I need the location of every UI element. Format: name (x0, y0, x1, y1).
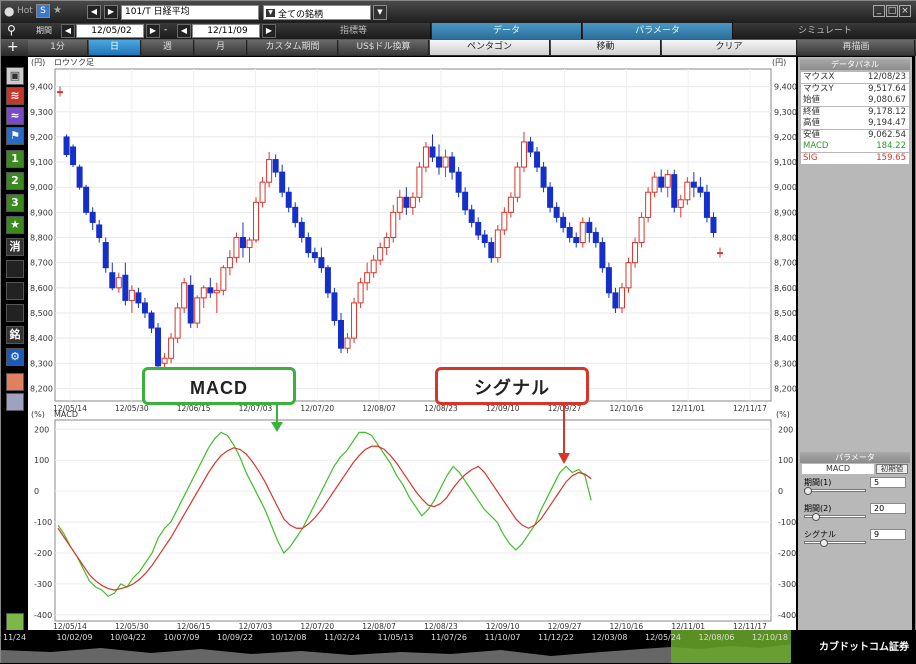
overview-date-label: 10/04/22 (110, 633, 146, 642)
param-slider-knob[interactable] (804, 487, 812, 495)
data-panel-row: 安値 9,062.54 (801, 129, 909, 141)
data-panel-key: MACD (803, 141, 829, 151)
data-panel-value: 9,080.67 (868, 95, 906, 105)
overview-date-label: 10/02/09 (56, 633, 93, 642)
data-panel-value: 9,517.64 (868, 83, 906, 94)
param-slider-knob[interactable] (820, 539, 828, 547)
overview-date-label: 12/05/24 (645, 633, 681, 642)
param-slider[interactable] (804, 541, 866, 544)
overview-date-label: 10/07/09 (163, 633, 200, 642)
data-panel-row: SIG 159.65 (801, 152, 909, 164)
data-panel: データパネル マウスX 12/08/23 マウスY 9,517.64 始値 9,080.6… (798, 57, 912, 630)
overview-date-label: 11/07/26 (431, 633, 467, 642)
overview-date-label: 11/24 (3, 633, 27, 642)
data-panel-row: MACD 184.22 (801, 141, 909, 152)
data-panel-value: 9,062.54 (868, 129, 906, 140)
param-slider[interactable] (804, 489, 866, 492)
data-panel-key: マウスX (803, 72, 835, 82)
param-value-input[interactable]: 9 (870, 529, 906, 540)
overview-date-label: 11/05/13 (377, 633, 414, 642)
macd-arrow-head (271, 422, 283, 432)
data-panel-value: 12/08/23 (867, 72, 906, 82)
data-panel-row: 始値 9,080.67 (801, 95, 909, 106)
param-label: シグナル (804, 530, 836, 539)
param-label: 期間(2) (804, 504, 832, 513)
overview-date-label: 11/02/24 (324, 633, 360, 642)
signal-arrow-head (558, 453, 570, 464)
data-panel-value: 9,178.12 (868, 106, 906, 117)
app-window: ● Hot S ★ ◀ ▶ 101/T 日経平均 ▼ 全ての銘柄 ▼ _ □ ×… (0, 0, 916, 663)
data-panel-key: 終値 (803, 106, 821, 117)
param-panel-title: パラメータ (800, 452, 910, 463)
data-panel-key: 高値 (803, 118, 821, 128)
data-panel-value: 159.65 (876, 152, 906, 163)
data-panel-row: 終値 9,178.12 (801, 106, 909, 118)
data-panel-value: 184.22 (876, 141, 906, 151)
data-panel-value: 9,194.47 (868, 118, 906, 128)
overview-date-label: 11/10/07 (484, 633, 521, 642)
data-panel-key: 安値 (803, 129, 821, 140)
data-panel-row: 高値 9,194.47 (801, 118, 909, 129)
callout-arrows (271, 405, 570, 464)
overview-date-label: 12/10/18 (752, 633, 788, 642)
data-panel-key: SIG (803, 152, 818, 163)
overview-date-label: 12/08/06 (698, 633, 735, 642)
data-panel-title: データパネル (800, 59, 910, 70)
param-value-input[interactable]: 5 (870, 477, 906, 488)
data-panel-key: 始値 (803, 95, 821, 105)
param-reset-button[interactable]: 初期値 (876, 464, 908, 474)
brand-logo: カブドットコム証券 (819, 642, 909, 653)
data-panel-key: マウスY (803, 83, 834, 94)
param-header-macd: MACD (802, 464, 874, 474)
overview-date-label: 11/12/22 (538, 633, 574, 642)
overview-date-label: 10/09/22 (217, 633, 253, 642)
param-value-input[interactable]: 20 (870, 503, 906, 514)
data-panel-row: マウスY 9,517.64 (801, 83, 909, 95)
overview-date-label: 12/03/08 (591, 633, 628, 642)
data-panel-row: マウスX 12/08/23 (801, 72, 909, 83)
param-slider-knob[interactable] (812, 513, 820, 521)
overview-date-label: 10/12/08 (270, 633, 307, 642)
